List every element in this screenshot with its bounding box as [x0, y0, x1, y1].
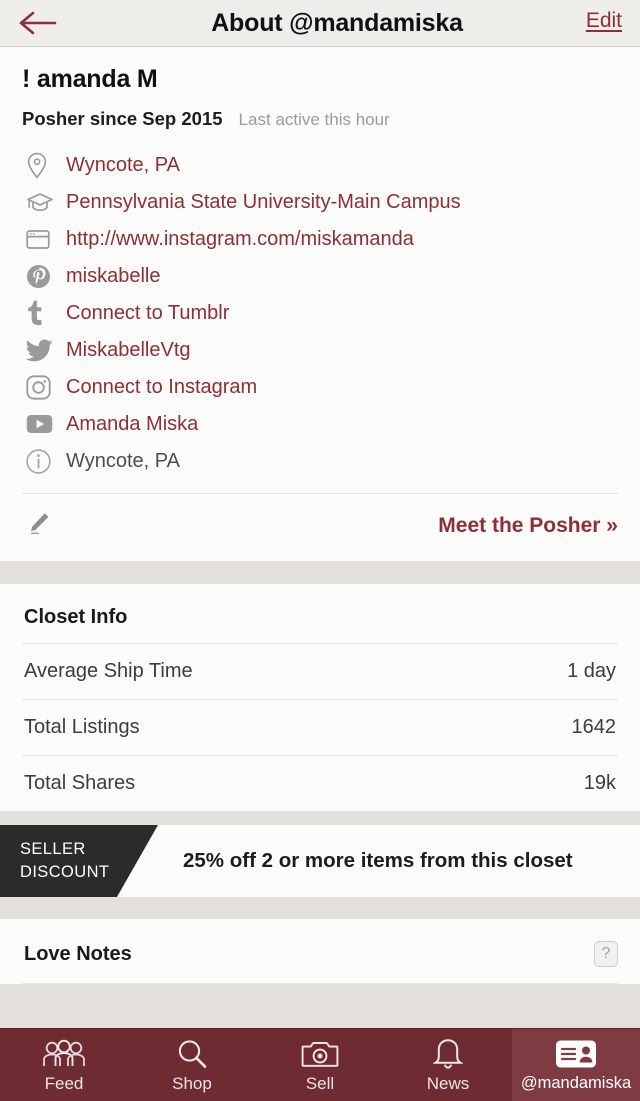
youtube-icon [22, 407, 66, 441]
link-label: MiskabelleVtg [66, 339, 191, 361]
tab-label: Feed [44, 1073, 84, 1093]
posher-since: Posher since Sep 2015 [22, 108, 223, 129]
about-screen: About @mandamiska Edit ! amanda M Posher… [0, 0, 640, 1101]
bell-icon [433, 1037, 463, 1071]
tab-label: Shop [172, 1073, 212, 1093]
closet-info-title: Closet Info [24, 606, 128, 628]
link-row[interactable]: Wyncote, PA [22, 444, 618, 481]
tab-label: Sell [305, 1073, 335, 1093]
pinterest-icon [22, 259, 66, 293]
link-row[interactable]: Amanda Miska [22, 407, 618, 444]
link-row[interactable]: Pennsylvania State University-Main Campu… [22, 185, 618, 222]
row-label: Total Shares [24, 772, 136, 794]
page-title: About @mandamiska [211, 8, 463, 37]
seller-discount-banner[interactable]: SELLER DISCOUNT 25% off 2 or more items … [0, 825, 640, 897]
section-gap [0, 897, 640, 919]
help-icon[interactable]: ? [594, 941, 618, 967]
love-notes-card: Love Notes ? [0, 919, 640, 984]
tab-shop[interactable]: Shop [128, 1029, 256, 1101]
section-gap [0, 811, 640, 825]
tumblr-icon [22, 296, 66, 330]
people-icon [41, 1037, 87, 1071]
seller-discount-tag: SELLER DISCOUNT [0, 825, 158, 897]
link-label: Connect to Tumblr [66, 302, 230, 324]
section-gap [0, 561, 640, 584]
profile-card: ! amanda M Posher since Sep 2015 Last ac… [0, 47, 640, 561]
tab-mandamiska[interactable]: @mandamiska [512, 1029, 640, 1101]
seller-discount-tag-line1: SELLER [20, 840, 86, 858]
link-label: Connect to Instagram [66, 376, 258, 398]
link-row[interactable]: Connect to Instagram [22, 370, 618, 407]
tab-label: @mandamiska [520, 1074, 632, 1092]
profile-header: ! amanda M Posher since Sep 2015 Last ac… [0, 47, 640, 130]
row-value: 1 day [567, 660, 616, 682]
pencil-icon [26, 510, 52, 541]
link-row[interactable]: Connect to Tumblr [22, 296, 618, 333]
meet-the-posher-row[interactable]: Meet the Posher » [0, 494, 640, 561]
search-icon [176, 1037, 208, 1071]
row-value: 19k [583, 772, 616, 794]
tab-news[interactable]: News [384, 1029, 512, 1101]
link-label: http://www.instagram.com/miskamanda [66, 228, 414, 250]
contact-card-icon [555, 1037, 597, 1071]
table-row: Total Shares 19k [22, 755, 618, 811]
tab-label: News [426, 1073, 470, 1093]
row-label: Total Listings [24, 716, 140, 738]
link-row[interactable]: MiskabelleVtg [22, 333, 618, 370]
browser-window-icon [22, 222, 66, 256]
profile-links: Wyncote, PA Pennsylvania State Universit… [0, 148, 640, 481]
info-circle-icon [22, 444, 66, 478]
twitter-icon [22, 333, 66, 367]
closet-info-card: Closet Info Average Ship Time 1 day Tota… [0, 584, 640, 811]
edit-button[interactable]: Edit [586, 9, 622, 33]
posher-meta: Posher since Sep 2015 Last active this h… [22, 108, 618, 130]
link-row[interactable]: http://www.instagram.com/miskamanda [22, 222, 618, 259]
camera-icon [301, 1037, 339, 1071]
link-row[interactable]: Wyncote, PA [22, 148, 618, 185]
meet-the-posher-label: Meet the Posher » [438, 513, 618, 537]
link-label: Wyncote, PA [66, 450, 180, 472]
row-value: 1642 [571, 716, 617, 738]
link-label: Amanda Miska [66, 413, 199, 435]
display-name: ! amanda M [22, 65, 158, 93]
link-row[interactable]: miskabelle [22, 259, 618, 296]
love-notes-header: Love Notes ? [0, 919, 640, 983]
app-header: About @mandamiska Edit [0, 0, 640, 47]
link-label: miskabelle [66, 265, 161, 287]
instagram-icon [22, 370, 66, 404]
last-active: Last active this hour [238, 110, 390, 129]
love-notes-title: Love Notes [24, 942, 132, 965]
row-label: Average Ship Time [24, 660, 193, 682]
graduation-cap-icon [22, 185, 66, 219]
seller-discount-text: 25% off 2 or more items from this closet [183, 849, 573, 872]
tab-feed[interactable]: Feed [0, 1029, 128, 1101]
link-label: Wyncote, PA [66, 154, 180, 176]
bottom-tab-bar: Feed Shop Sell News @mandamiska [0, 1028, 640, 1101]
divider [22, 983, 618, 984]
tab-sell[interactable]: Sell [256, 1029, 384, 1101]
table-row: Total Listings 1642 [22, 699, 618, 755]
location-pin-icon [22, 148, 66, 182]
table-row: Average Ship Time 1 day [22, 643, 618, 699]
seller-discount-tag-line2: DISCOUNT [20, 863, 110, 881]
link-label: Pennsylvania State University-Main Campu… [66, 191, 461, 213]
